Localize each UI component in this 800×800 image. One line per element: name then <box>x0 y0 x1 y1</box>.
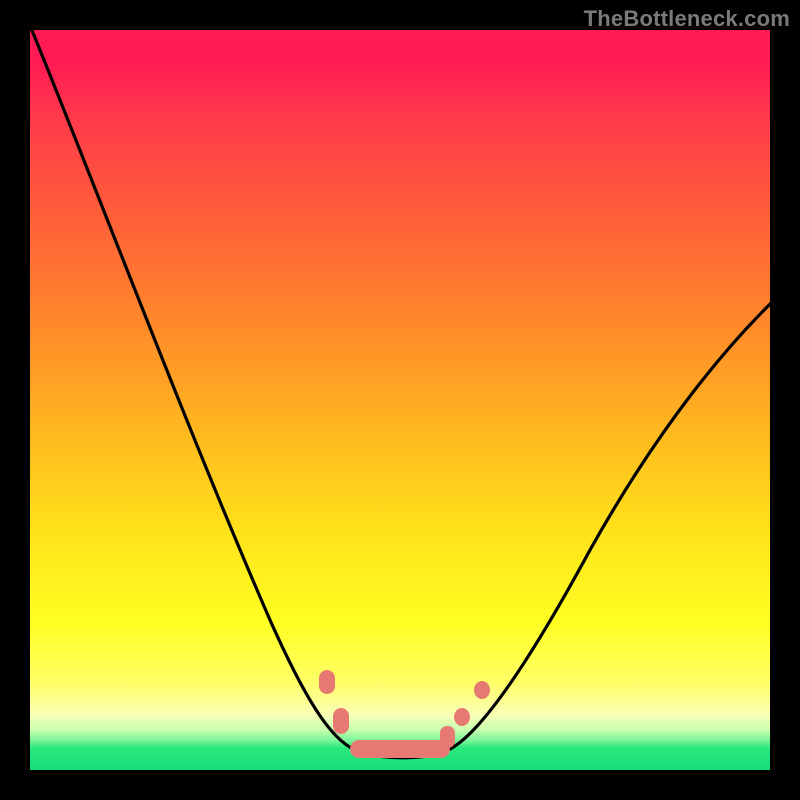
chart-frame: TheBottleneck.com <box>0 0 800 800</box>
watermark-text: TheBottleneck.com <box>584 6 790 32</box>
plot-area <box>30 30 770 770</box>
marker-dot <box>333 708 349 734</box>
marker-dot <box>454 708 470 726</box>
marker-dot <box>474 681 490 699</box>
marker-pill <box>350 740 450 758</box>
marker-dot <box>319 670 335 694</box>
marker-dot <box>440 726 455 748</box>
bottleneck-curve <box>30 30 770 758</box>
curve-layer <box>30 30 770 770</box>
